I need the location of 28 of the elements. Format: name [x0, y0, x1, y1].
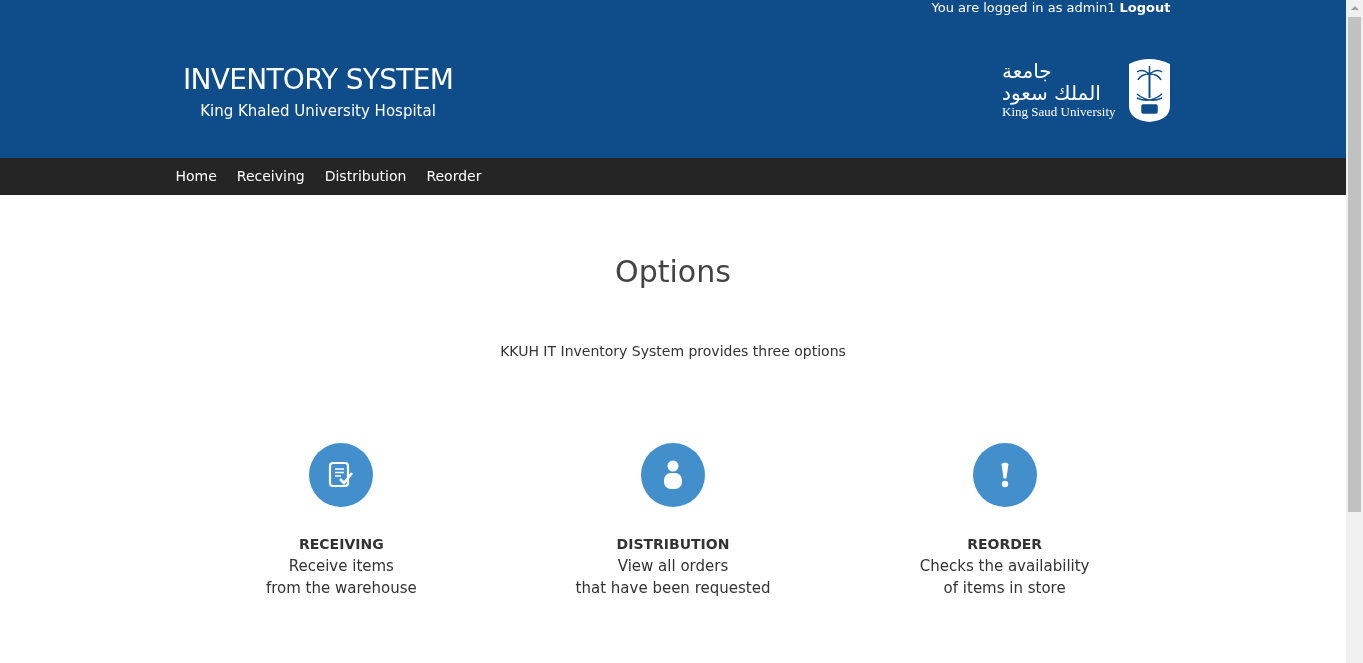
nav-link[interactable]: Reorder: [426, 166, 482, 187]
scrollbar[interactable]: [1346, 0, 1363, 663]
app-subtitle: King Khaled University Hospital: [200, 101, 436, 123]
login-status: You are logged in as admin1: [931, 1, 1116, 14]
app-title: INVENTORY SYSTEM: [182, 66, 454, 95]
option-description: that have been requested: [575, 578, 771, 599]
option-description: from the warehouse: [265, 578, 417, 599]
nav-link[interactable]: Receiving: [236, 166, 305, 187]
page-heading: Options: [615, 257, 731, 287]
option-description: of items in store: [943, 578, 1066, 599]
logout-link[interactable]: Logout: [1119, 1, 1171, 14]
person-icon: [663, 460, 683, 490]
nav-link[interactable]: Home: [175, 166, 217, 187]
option-description: Receive items: [288, 556, 394, 577]
logo-arabic-text: الملك سعود: [1002, 81, 1101, 104]
option-description: Checks the availability: [919, 556, 1090, 577]
option-title: RECEIVING: [299, 535, 384, 554]
nav-link[interactable]: Distribution: [324, 166, 407, 187]
logo-arabic-text: جامعة: [1002, 59, 1052, 82]
option-title: DISTRIBUTION: [616, 535, 730, 554]
checklist-icon: [327, 461, 356, 489]
scroll-up-icon[interactable]: [1350, 6, 1359, 10]
option-title: REORDER: [967, 535, 1043, 554]
exclamation-icon: [999, 462, 1010, 488]
intro-text: KKUH IT Inventory System provides three options: [500, 342, 846, 361]
option-description: View all orders: [617, 556, 729, 577]
scrollbar-thumb[interactable]: [1348, 17, 1361, 512]
palm-swords-emblem-icon: [1127, 56, 1171, 123]
